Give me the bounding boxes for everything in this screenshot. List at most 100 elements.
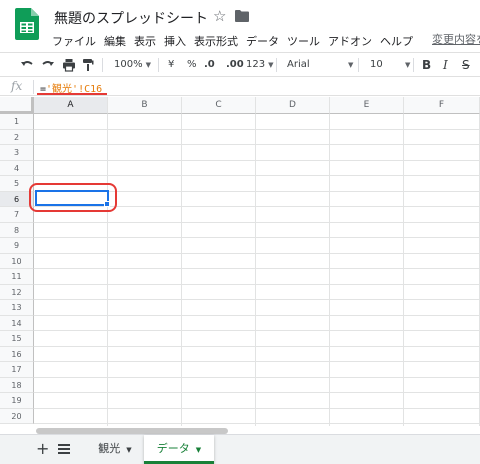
font-size-select[interactable]: 10 ▼ xyxy=(370,57,410,73)
gridline-horizontal xyxy=(34,283,480,285)
gridline-horizontal xyxy=(34,407,480,409)
chevron-down-icon: ▼ xyxy=(268,61,274,69)
toolbar: 100% ▼ ¥ % .0 .00 123 ▼ Arial ▼ 10 ▼ B I S xyxy=(0,52,480,76)
menu-addons[interactable]: アドオン xyxy=(324,32,376,50)
bold-button[interactable]: B xyxy=(422,57,431,73)
row-header-8[interactable]: 8 xyxy=(0,222,34,238)
toolbar-divider xyxy=(358,58,359,72)
gridline-horizontal xyxy=(34,392,480,393)
toolbar-divider xyxy=(102,58,103,72)
row-header-4[interactable]: 4 xyxy=(0,160,34,176)
gridline-horizontal xyxy=(34,345,480,347)
gridline-horizontal xyxy=(34,221,480,223)
menu-bar: ファイル 編集 表示 挿入 表示形式 データ ツール アドオン ヘルプ xyxy=(48,30,417,48)
row-header-12[interactable]: 12 xyxy=(0,284,34,300)
add-sheet-button[interactable]: + xyxy=(36,439,49,459)
column-header-b[interactable]: B xyxy=(108,97,182,114)
gridline-horizontal xyxy=(34,330,480,331)
number-format-select[interactable]: 123 ▼ xyxy=(246,57,273,73)
italic-button[interactable]: I xyxy=(443,57,448,73)
gridline-horizontal xyxy=(34,314,480,316)
menu-edit[interactable]: 編集 xyxy=(100,32,130,50)
gridline-vertical xyxy=(181,114,182,427)
row-header-13[interactable]: 13 xyxy=(0,300,34,316)
toolbar-divider xyxy=(158,58,159,72)
gridline-horizontal xyxy=(34,128,480,130)
sheet-tab-label: データ xyxy=(156,442,190,455)
redo-icon[interactable] xyxy=(41,57,55,73)
row-header-2[interactable]: 2 xyxy=(0,129,34,145)
column-header-e[interactable]: E xyxy=(330,97,404,114)
gridline-vertical xyxy=(255,114,256,427)
chevron-down-icon: ▼ xyxy=(405,61,411,69)
currency-format-button[interactable]: ¥ xyxy=(168,57,174,73)
row-header-10[interactable]: 10 xyxy=(0,253,34,269)
row-header-9[interactable]: 9 xyxy=(0,238,34,254)
row-header-7[interactable]: 7 xyxy=(0,207,34,223)
chevron-down-icon: ▼ xyxy=(348,61,354,69)
fx-icon: fx xyxy=(11,79,23,93)
row-header-19[interactable]: 19 xyxy=(0,393,34,409)
gridline-horizontal xyxy=(34,252,480,254)
menu-insert[interactable]: 挿入 xyxy=(160,32,190,50)
undo-icon[interactable] xyxy=(20,57,34,73)
spreadsheet-grid[interactable]: ABCDEF 1 2 3 4 5 6 7 8 9 10 11 12 13 14 15 16 17 18 19 20 xyxy=(0,97,480,427)
gridline-vertical xyxy=(403,114,404,427)
increase-decimal-button[interactable]: .00 xyxy=(226,57,244,73)
gridline-horizontal xyxy=(34,299,480,300)
gridline-horizontal xyxy=(34,423,480,424)
formula-annotation-underline xyxy=(37,93,107,95)
zoom-value: 100% xyxy=(114,59,143,70)
row-header-18[interactable]: 18 xyxy=(0,377,34,393)
chevron-down-icon: ▼ xyxy=(126,446,132,454)
gridline-horizontal xyxy=(34,361,480,362)
sheet-tab-data[interactable]: データ ▼ xyxy=(144,435,214,464)
menu-file[interactable]: ファイル xyxy=(48,32,100,50)
title-bar: 無題のスプレッドシート ☆ ファイル 編集 表示 挿入 表示形式 データ ツール アドオン ヘル… xyxy=(0,0,480,52)
font-size-label: 10 xyxy=(370,59,383,70)
formula-bar: fx ='観光'!C16 xyxy=(0,76,480,96)
column-header-a[interactable]: A xyxy=(34,97,108,114)
row-header-1[interactable]: 1 xyxy=(0,114,34,130)
row-header-17[interactable]: 17 xyxy=(0,362,34,378)
last-edit-link[interactable]: 変更内容を xyxy=(432,31,480,47)
increase-decimal-label: .00 xyxy=(226,59,244,70)
row-header-3[interactable]: 3 xyxy=(0,145,34,161)
all-sheets-menu-icon[interactable] xyxy=(58,444,70,454)
document-title[interactable]: 無題のスプレッドシート xyxy=(54,8,208,28)
menu-help[interactable]: ヘルプ xyxy=(376,32,417,50)
paint-format-icon[interactable] xyxy=(82,57,94,73)
formula-divider xyxy=(33,80,34,94)
column-header-d[interactable]: D xyxy=(256,97,330,114)
percent-format-button[interactable]: % xyxy=(187,57,197,73)
print-icon[interactable] xyxy=(62,57,76,73)
selection-annotation-ring xyxy=(29,183,117,212)
decrease-decimal-button[interactable]: .0 xyxy=(204,57,215,73)
sheet-tab-kanko[interactable]: 観光 ▼ xyxy=(86,435,144,464)
folder-icon[interactable] xyxy=(235,10,249,22)
menu-view[interactable]: 表示 xyxy=(130,32,160,50)
row-header-15[interactable]: 15 xyxy=(0,331,34,347)
star-icon[interactable]: ☆ xyxy=(213,7,226,25)
gridline-horizontal xyxy=(34,175,480,176)
gridline-vertical xyxy=(329,114,330,427)
sheets-logo-icon[interactable] xyxy=(15,8,39,40)
toolbar-divider xyxy=(276,58,277,72)
menu-tools[interactable]: ツール xyxy=(283,32,324,50)
strikethrough-button[interactable]: S xyxy=(462,57,470,73)
select-all-corner[interactable] xyxy=(0,97,34,114)
font-family-select[interactable]: Arial ▼ xyxy=(287,57,354,73)
gridline-horizontal xyxy=(34,237,480,238)
row-header-16[interactable]: 16 xyxy=(0,346,34,362)
zoom-select[interactable]: 100% ▼ xyxy=(114,57,151,73)
number-format-label: 123 xyxy=(246,59,266,70)
column-header-f[interactable]: F xyxy=(404,97,480,114)
row-header-20[interactable]: 20 xyxy=(0,408,34,424)
row-header-11[interactable]: 11 xyxy=(0,269,34,285)
row-header-14[interactable]: 14 xyxy=(0,315,34,331)
column-header-c[interactable]: C xyxy=(182,97,256,114)
menu-format[interactable]: 表示形式 xyxy=(190,32,242,50)
menu-data[interactable]: データ xyxy=(242,32,283,50)
gridline-horizontal xyxy=(34,159,480,161)
chevron-down-icon: ▼ xyxy=(195,446,202,454)
